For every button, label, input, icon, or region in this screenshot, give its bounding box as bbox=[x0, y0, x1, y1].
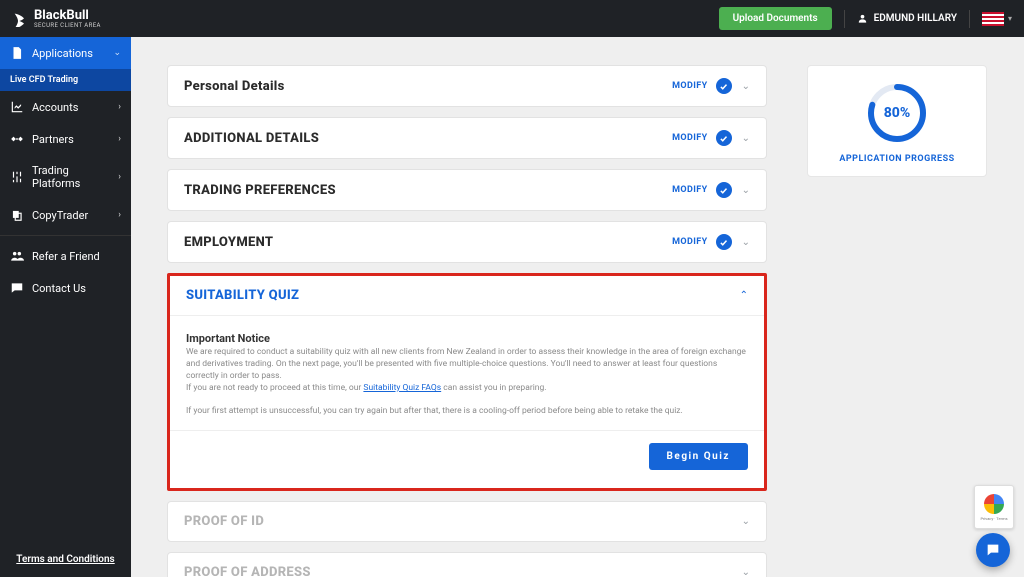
check-icon bbox=[716, 182, 732, 198]
document-icon bbox=[10, 46, 24, 60]
language-flag-icon[interactable] bbox=[982, 12, 1004, 26]
sidebar: Applications ⌄ Live CFD Trading Accounts… bbox=[0, 37, 131, 577]
chevron-down-icon: ▾ bbox=[1008, 14, 1012, 23]
section-personal-details: Personal Details MODIFY ⌄ bbox=[167, 65, 767, 107]
upload-documents-button[interactable]: Upload Documents bbox=[719, 7, 832, 30]
chevron-down-icon: ⌄ bbox=[742, 237, 750, 248]
chevron-right-icon: › bbox=[118, 210, 121, 220]
chevron-down-icon: ⌄ bbox=[742, 516, 750, 527]
copy-icon bbox=[10, 208, 24, 222]
sidebar-item-accounts[interactable]: Accounts › bbox=[0, 91, 131, 123]
section-additional-details: ADDITIONAL DETAILS MODIFY ⌄ bbox=[167, 117, 767, 159]
section-header[interactable]: PROOF OF ADDRESS ⌄ bbox=[168, 553, 766, 577]
chevron-right-icon: › bbox=[118, 102, 121, 112]
section-header[interactable]: TRADING PREFERENCES MODIFY ⌄ bbox=[168, 170, 766, 210]
modify-link[interactable]: MODIFY bbox=[672, 81, 707, 91]
users-icon bbox=[10, 249, 24, 263]
sidebar-item-contact[interactable]: Contact Us bbox=[0, 272, 131, 304]
handshake-icon bbox=[10, 132, 24, 146]
sidebar-item-trading-platforms[interactable]: Trading Platforms › bbox=[0, 155, 131, 199]
check-icon bbox=[716, 78, 732, 94]
sidebar-item-live-cfd[interactable]: Live CFD Trading bbox=[0, 69, 131, 91]
user-icon bbox=[857, 13, 868, 24]
sliders-icon bbox=[10, 170, 24, 184]
section-title: PROOF OF ID bbox=[184, 514, 264, 529]
section-header[interactable]: PROOF OF ID ⌄ bbox=[168, 502, 766, 541]
chevron-down-icon: ⌄ bbox=[742, 81, 750, 92]
sidebar-item-label: Applications bbox=[32, 47, 93, 60]
notice-text: We are required to conduct a suitability… bbox=[186, 347, 748, 418]
section-title: EMPLOYMENT bbox=[184, 235, 273, 250]
form-sections: Personal Details MODIFY ⌄ ADDITIONAL DET… bbox=[167, 65, 767, 577]
section-title: ADDITIONAL DETAILS bbox=[184, 131, 319, 146]
section-proof-of-id: PROOF OF ID ⌄ bbox=[167, 501, 767, 542]
divider bbox=[0, 235, 131, 236]
sidebar-item-label: CopyTrader bbox=[32, 209, 88, 222]
recaptcha-text: Privacy · Terms bbox=[980, 516, 1007, 521]
modify-link[interactable]: MODIFY bbox=[672, 185, 707, 195]
begin-quiz-button[interactable]: Begin Quiz bbox=[649, 443, 748, 470]
sidebar-item-label: Refer a Friend bbox=[32, 250, 100, 263]
section-title: SUITABILITY QUIZ bbox=[186, 288, 299, 303]
chevron-right-icon: › bbox=[118, 172, 121, 182]
chat-fab-button[interactable] bbox=[976, 533, 1010, 567]
brand-tagline: SECURE CLIENT AREA bbox=[34, 23, 101, 29]
section-employment: EMPLOYMENT MODIFY ⌄ bbox=[167, 221, 767, 263]
section-title: TRADING PREFERENCES bbox=[184, 183, 336, 198]
terms-link[interactable]: Terms and Conditions bbox=[16, 554, 114, 565]
chat-icon bbox=[985, 542, 1001, 558]
recaptcha-icon bbox=[984, 494, 1004, 514]
check-icon bbox=[716, 234, 732, 250]
chat-icon bbox=[10, 281, 24, 295]
section-title: Personal Details bbox=[184, 79, 285, 94]
modify-link[interactable]: MODIFY bbox=[672, 133, 707, 143]
brand-name: BlackBull bbox=[34, 9, 101, 22]
modify-link[interactable]: MODIFY bbox=[672, 237, 707, 247]
section-header[interactable]: EMPLOYMENT MODIFY ⌄ bbox=[168, 222, 766, 262]
sidebar-item-label: Trading Platforms bbox=[32, 164, 110, 190]
sidebar-item-copytrader[interactable]: CopyTrader › bbox=[0, 199, 131, 231]
sidebar-item-applications[interactable]: Applications ⌄ bbox=[0, 37, 131, 69]
section-title: PROOF OF ADDRESS bbox=[184, 565, 311, 577]
progress-label: APPLICATION PROGRESS bbox=[818, 154, 976, 164]
user-name: EDMUND HILLARY bbox=[874, 13, 957, 24]
divider bbox=[969, 10, 970, 28]
brand-logo-icon bbox=[12, 11, 28, 27]
faq-link[interactable]: Suitability Quiz FAQs bbox=[363, 383, 441, 393]
section-proof-of-address: PROOF OF ADDRESS ⌄ bbox=[167, 552, 767, 577]
divider bbox=[170, 430, 764, 431]
notice-title: Important Notice bbox=[186, 332, 748, 345]
chevron-right-icon: › bbox=[118, 134, 121, 144]
chevron-down-icon: ⌄ bbox=[742, 185, 750, 196]
chevron-down-icon: ⌄ bbox=[113, 48, 121, 58]
user-menu[interactable]: EDMUND HILLARY bbox=[857, 13, 957, 24]
main-content: Personal Details MODIFY ⌄ ADDITIONAL DET… bbox=[131, 37, 1024, 577]
recaptcha-badge[interactable]: Privacy · Terms bbox=[974, 485, 1014, 529]
progress-card: 80% APPLICATION PROGRESS bbox=[807, 65, 987, 177]
chart-icon bbox=[10, 100, 24, 114]
sidebar-item-label: Live CFD Trading bbox=[10, 75, 78, 85]
sidebar-item-refer[interactable]: Refer a Friend bbox=[0, 240, 131, 272]
chevron-down-icon: ⌄ bbox=[742, 133, 750, 144]
sidebar-item-label: Contact Us bbox=[32, 282, 86, 295]
chevron-down-icon: ⌄ bbox=[742, 567, 750, 577]
chevron-up-icon: ⌃ bbox=[740, 290, 748, 301]
topbar: BlackBull SECURE CLIENT AREA Upload Docu… bbox=[0, 0, 1024, 37]
sidebar-item-label: Accounts bbox=[32, 101, 78, 114]
section-suitability-quiz: SUITABILITY QUIZ ⌃ Important Notice We a… bbox=[167, 273, 767, 491]
section-header[interactable]: Personal Details MODIFY ⌄ bbox=[168, 66, 766, 106]
section-trading-preferences: TRADING PREFERENCES MODIFY ⌄ bbox=[167, 169, 767, 211]
section-header[interactable]: SUITABILITY QUIZ ⌃ bbox=[170, 276, 764, 315]
brand[interactable]: BlackBull SECURE CLIENT AREA bbox=[12, 9, 101, 29]
progress-ring: 80% bbox=[866, 82, 928, 144]
sidebar-item-label: Partners bbox=[32, 133, 74, 146]
section-header[interactable]: ADDITIONAL DETAILS MODIFY ⌄ bbox=[168, 118, 766, 158]
check-icon bbox=[716, 130, 732, 146]
sidebar-item-partners[interactable]: Partners › bbox=[0, 123, 131, 155]
progress-percent: 80% bbox=[866, 82, 928, 144]
sidebar-footer: Terms and Conditions bbox=[0, 540, 131, 577]
section-body: Important Notice We are required to cond… bbox=[170, 315, 764, 488]
divider bbox=[844, 10, 845, 28]
